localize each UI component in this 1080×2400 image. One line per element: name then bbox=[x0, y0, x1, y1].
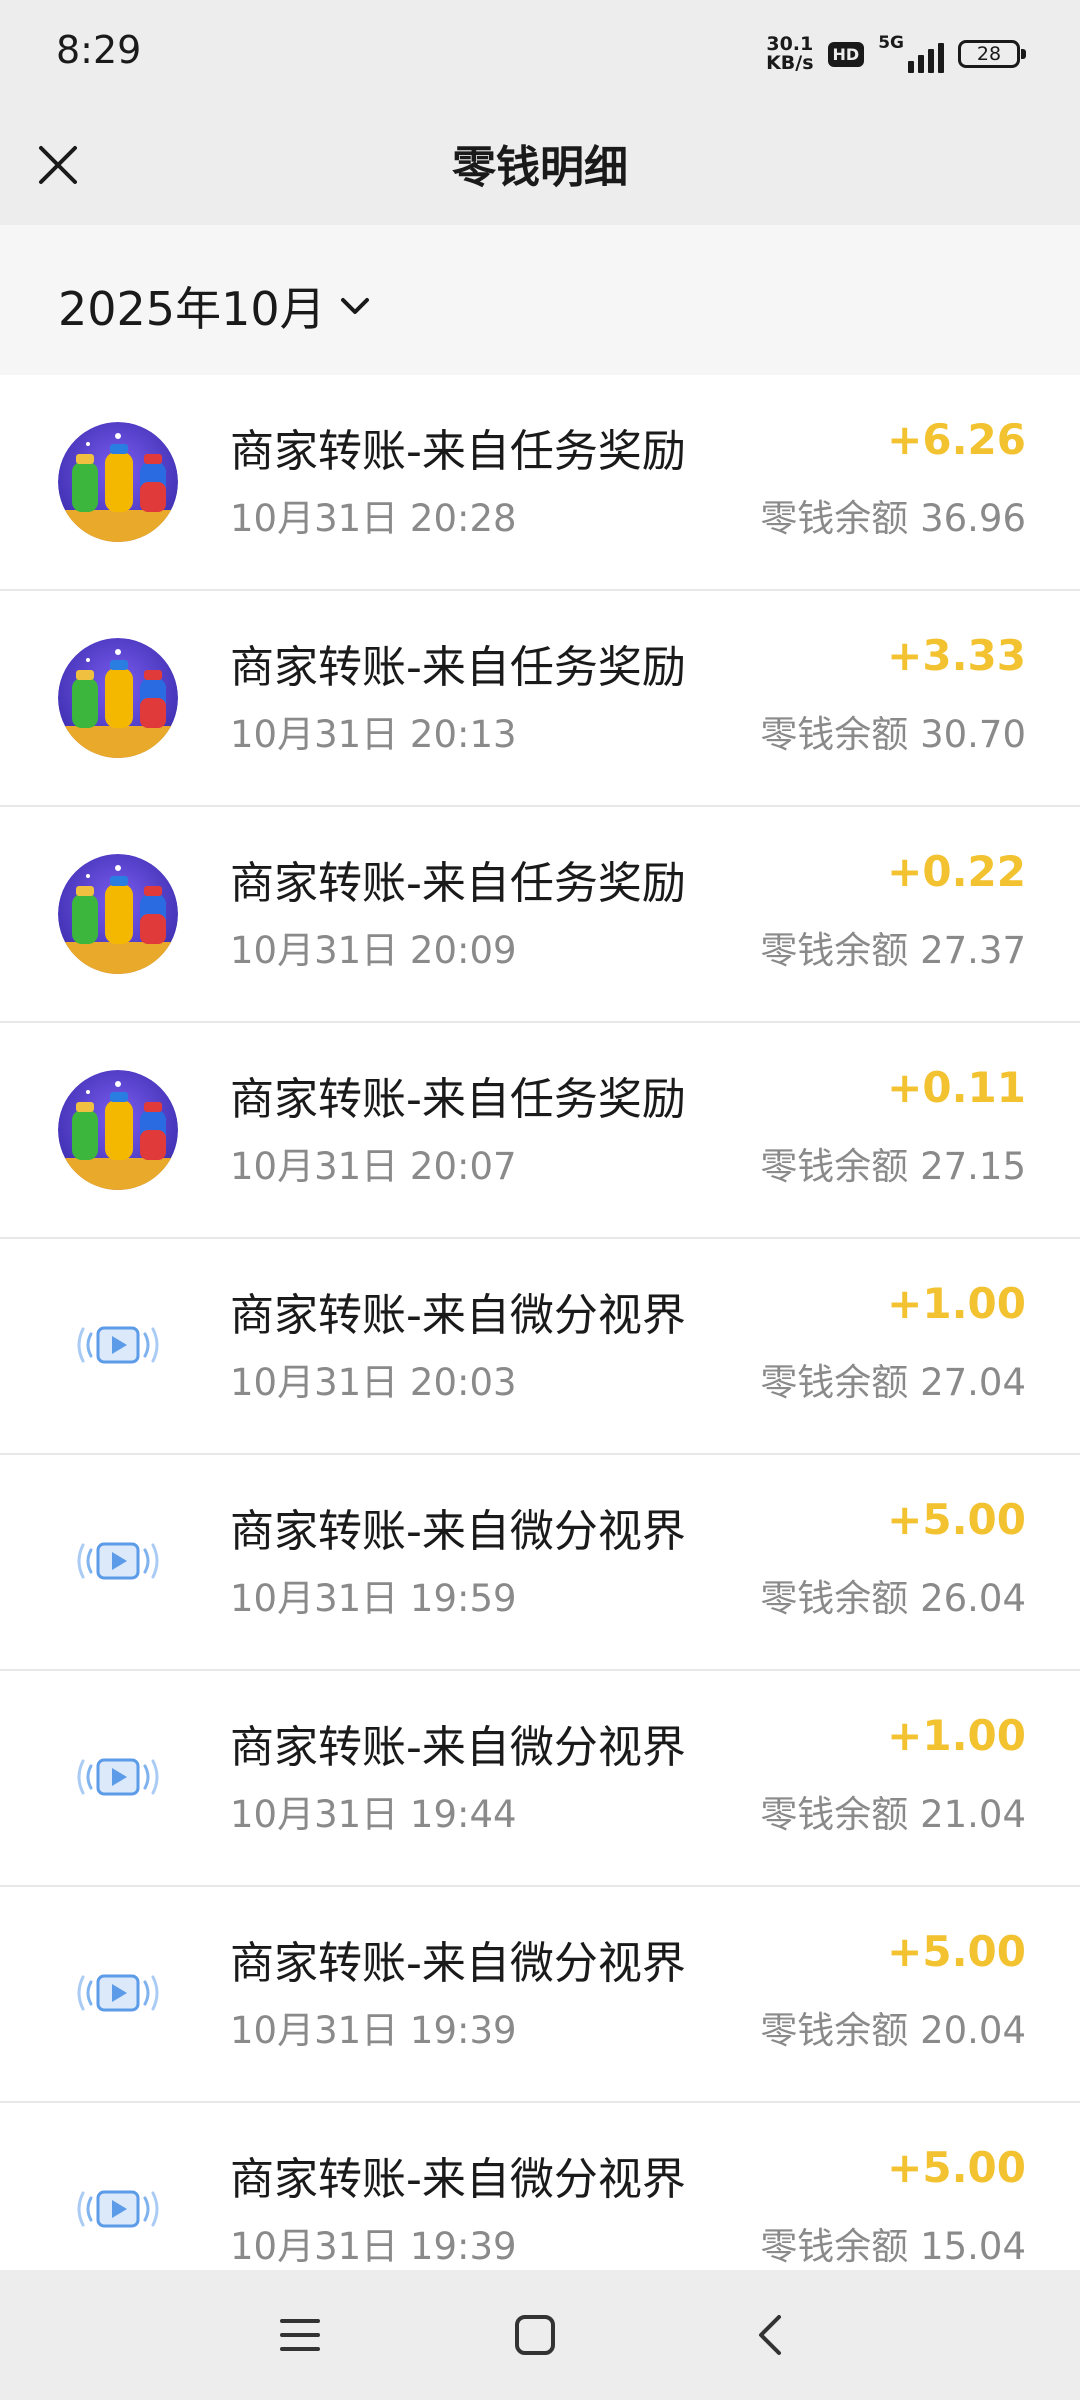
balance-after: 零钱余额 26.04 bbox=[760, 1577, 1026, 1620]
balance-after: 零钱余额 27.37 bbox=[760, 929, 1026, 972]
transaction-list: 商家转账-来自任务奖励 10月31日 20:28 +6.26 零钱余额 36.96 商家… bbox=[0, 375, 1080, 2270]
signal-icon: 5G bbox=[878, 35, 944, 73]
transaction-row[interactable]: 商家转账-来自微分视界 10月31日 20:03 +1.00 零钱余额 27.04 bbox=[0, 1239, 1080, 1455]
network-type: 5G bbox=[878, 33, 904, 53]
transaction-title: 商家转账-来自任务奖励 bbox=[230, 426, 686, 477]
transaction-row[interactable]: 商家转账-来自微分视界 10月31日 19:59 +5.00 零钱余额 26.04 bbox=[0, 1455, 1080, 1671]
battery-icon: 28 bbox=[958, 40, 1026, 68]
system-nav-bar bbox=[0, 2270, 1080, 2400]
network-speed: 30.1 KB/s bbox=[766, 35, 813, 73]
transaction-row[interactable]: 商家转账-来自任务奖励 10月31日 20:28 +6.26 零钱余额 36.96 bbox=[0, 375, 1080, 591]
network-speed-unit: KB/s bbox=[766, 52, 814, 74]
balance-after: 零钱余额 27.04 bbox=[760, 1361, 1026, 1404]
balance-after: 零钱余额 21.04 bbox=[760, 1793, 1026, 1836]
transaction-amount: +1.00 bbox=[887, 1711, 1026, 1760]
transaction-amount: +0.11 bbox=[887, 1063, 1026, 1112]
transaction-row[interactable]: 商家转账-来自微分视界 10月31日 19:39 +5.00 零钱余额 20.04 bbox=[0, 1887, 1080, 2103]
home-icon bbox=[515, 2315, 555, 2355]
transaction-title: 商家转账-来自微分视界 bbox=[230, 1506, 686, 1557]
video-play-icon bbox=[58, 1934, 178, 2054]
month-selector[interactable]: 2025年10月 bbox=[58, 273, 370, 339]
transaction-title: 商家转账-来自微分视界 bbox=[230, 1722, 686, 1773]
transaction-date: 10月31日 20:07 bbox=[230, 1145, 517, 1188]
transaction-title: 商家转账-来自微分视界 bbox=[230, 2154, 686, 2205]
balance-after: 零钱余额 27.15 bbox=[760, 1145, 1026, 1188]
video-play-icon bbox=[58, 1286, 178, 1406]
transaction-date: 10月31日 20:09 bbox=[230, 929, 517, 972]
game-bottles-icon bbox=[58, 854, 178, 974]
status-time: 8:29 bbox=[56, 28, 142, 72]
month-label: 2025年10月 bbox=[58, 282, 326, 336]
transaction-title: 商家转账-来自微分视界 bbox=[230, 1290, 686, 1341]
balance-after: 零钱余额 30.70 bbox=[760, 713, 1026, 756]
game-bottles-icon bbox=[58, 422, 178, 542]
menu-button[interactable] bbox=[270, 2305, 330, 2365]
transaction-date: 10月31日 20:28 bbox=[230, 497, 517, 540]
transaction-date: 10月31日 19:44 bbox=[230, 1793, 517, 1836]
chevron-down-icon bbox=[340, 298, 369, 314]
nav-header: 零钱明细 bbox=[0, 105, 1080, 225]
video-play-icon bbox=[58, 2150, 178, 2270]
status-indicators: 30.1 KB/s HD 5G 28 bbox=[766, 30, 1026, 78]
back-button[interactable] bbox=[740, 2305, 800, 2365]
game-bottles-icon bbox=[58, 1070, 178, 1190]
transaction-amount: +3.33 bbox=[887, 631, 1026, 680]
transaction-amount: +1.00 bbox=[887, 1279, 1026, 1328]
video-play-icon bbox=[58, 1502, 178, 1622]
battery-level: 28 bbox=[976, 43, 1002, 65]
transaction-amount: +5.00 bbox=[887, 1927, 1026, 1976]
transaction-row[interactable]: 商家转账-来自微分视界 10月31日 19:44 +1.00 零钱余额 21.04 bbox=[0, 1671, 1080, 1887]
balance-after: 零钱余额 36.96 bbox=[760, 497, 1026, 540]
transaction-date: 10月31日 20:03 bbox=[230, 1361, 517, 1404]
transaction-amount: +0.22 bbox=[887, 847, 1026, 896]
balance-after: 零钱余额 15.04 bbox=[760, 2225, 1026, 2268]
transaction-amount: +6.26 bbox=[887, 415, 1026, 464]
transaction-date: 10月31日 19:59 bbox=[230, 1577, 517, 1620]
transaction-amount: +5.00 bbox=[887, 1495, 1026, 1544]
page-title: 零钱明细 bbox=[452, 142, 628, 193]
transaction-amount: +5.00 bbox=[887, 2143, 1026, 2192]
transaction-title: 商家转账-来自微分视界 bbox=[230, 1938, 686, 1989]
transaction-row[interactable]: 商家转账-来自任务奖励 10月31日 20:13 +3.33 零钱余额 30.70 bbox=[0, 591, 1080, 807]
transaction-title: 商家转账-来自任务奖励 bbox=[230, 1074, 686, 1125]
transaction-row[interactable]: 商家转账-来自任务奖励 10月31日 20:07 +0.11 零钱余额 27.15 bbox=[0, 1023, 1080, 1239]
video-play-icon bbox=[58, 1718, 178, 1838]
transaction-title: 商家转账-来自任务奖励 bbox=[230, 858, 686, 909]
transaction-date: 10月31日 19:39 bbox=[230, 2009, 517, 2052]
game-bottles-icon bbox=[58, 638, 178, 758]
month-filter-bar: 2025年10月 bbox=[0, 225, 1080, 375]
home-button[interactable] bbox=[505, 2305, 565, 2365]
hd-badge: HD bbox=[827, 41, 865, 67]
transaction-row[interactable]: 商家转账-来自微分视界 10月31日 19:39 +5.00 零钱余额 15.04 bbox=[0, 2103, 1080, 2270]
menu-icon bbox=[280, 2319, 320, 2351]
transaction-row[interactable]: 商家转账-来自任务奖励 10月31日 20:09 +0.22 零钱余额 27.37 bbox=[0, 807, 1080, 1023]
transaction-date: 10月31日 20:13 bbox=[230, 713, 517, 756]
status-bar: 8:29 30.1 KB/s HD 5G 28 bbox=[0, 0, 1080, 105]
back-icon bbox=[759, 2315, 781, 2355]
balance-after: 零钱余额 20.04 bbox=[760, 2009, 1026, 2052]
transaction-date: 10月31日 19:39 bbox=[230, 2225, 517, 2268]
transaction-title: 商家转账-来自任务奖励 bbox=[230, 642, 686, 693]
